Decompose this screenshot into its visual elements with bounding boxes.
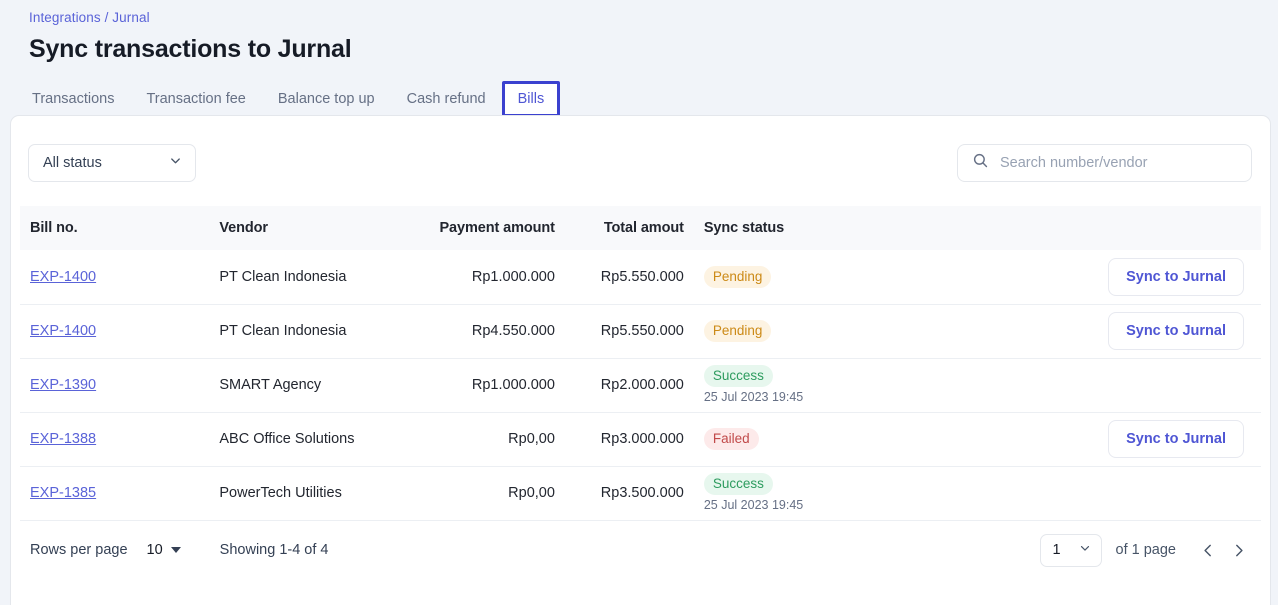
column-header: Bill no. (30, 220, 78, 236)
column-header: Sync status (703, 220, 785, 236)
bill-number-link[interactable]: EXP-1390 (30, 377, 96, 393)
column-header: Vendor (219, 220, 268, 236)
tab-bills[interactable]: Bills (501, 81, 561, 117)
search-icon (972, 152, 989, 174)
cell-sync-status: Failed (693, 412, 964, 467)
status-filter-select[interactable]: All status (28, 144, 196, 182)
cell-total-amount: Rp5.550.000 (564, 304, 694, 359)
search-box[interactable] (957, 144, 1252, 182)
cell-vendor: ABC Office Solutions (209, 412, 429, 467)
bill-number-link[interactable]: EXP-1385 (30, 485, 96, 501)
column-header-actions (964, 206, 1261, 250)
sync-to-jurnal-button[interactable]: Sync to Jurnal (1108, 257, 1244, 296)
page-header: Integrations / Jurnal Sync transactions … (0, 0, 1278, 66)
cell-action (963, 466, 1261, 521)
cell-payment-amount: Rp0,00 (428, 466, 565, 521)
cell-sync-status: Success 25 Jul 2023 19:45 (693, 466, 964, 521)
tab-transaction-fee[interactable]: Transaction fee (130, 81, 261, 117)
cell-total-amount: Rp3.000.000 (564, 412, 694, 467)
total-pages-label: of 1 page (1115, 542, 1176, 558)
cell-total-amount: Rp3.500.000 (564, 466, 694, 521)
tab-label: Transactions (32, 91, 115, 107)
cell-bill-no: EXP-1388 (20, 412, 210, 467)
tab-label: Transaction fee (146, 91, 246, 107)
status-badge: Success (703, 365, 773, 387)
cell-total-amount: Rp2.000.000 (564, 358, 694, 413)
chevron-down-icon (1078, 541, 1092, 560)
showing-range: Showing 1-4 of 4 (219, 542, 329, 558)
table-header-row: Bill no. Vendor Payment amount Total amout S… (20, 206, 1261, 250)
cell-sync-status: Pending (693, 304, 964, 359)
sync-timestamp: 25 Jul 2023 19:45 (703, 498, 804, 512)
tab-cash-refund[interactable]: Cash refund (391, 81, 502, 117)
table-row: EXP-1400 PT Clean Indonesia Rp1.000.000 Rp5… (20, 250, 1261, 305)
bill-number-link[interactable]: EXP-1400 (30, 269, 96, 285)
next-page-button[interactable] (1223, 535, 1253, 565)
table-row: EXP-1400 PT Clean Indonesia Rp4.550.000 Rp5… (20, 304, 1261, 359)
table-toolbar: All status (11, 116, 1270, 182)
cell-bill-no: EXP-1385 (20, 466, 210, 521)
sync-timestamp: 25 Jul 2023 19:45 (703, 390, 804, 404)
chevron-down-icon (168, 153, 183, 173)
status-badge: Pending (703, 320, 772, 342)
prev-page-button[interactable] (1193, 535, 1223, 565)
bill-number-link[interactable]: EXP-1400 (30, 323, 96, 339)
status-badge: Failed (703, 428, 759, 450)
cell-total-amount: Rp5.550.000 (564, 250, 694, 305)
caret-down-icon (170, 547, 181, 553)
tab-transactions[interactable]: Transactions (16, 81, 130, 117)
table-row: EXP-1385 PowerTech Utilities Rp0,00 Rp3.500… (20, 466, 1261, 521)
cell-action: Sync to Jurnal (963, 250, 1261, 305)
cell-bill-no: EXP-1400 (20, 304, 210, 359)
sync-to-jurnal-button[interactable]: Sync to Jurnal (1108, 420, 1244, 458)
cell-action (963, 358, 1261, 413)
rows-per-page-select[interactable]: 10 (147, 542, 181, 558)
table-row: EXP-1390 SMART Agency Rp1.000.000 Rp2.000.0… (20, 358, 1261, 413)
sync-to-jurnal-button[interactable]: Sync to Jurnal (1108, 312, 1244, 350)
cell-vendor: SMART Agency (209, 358, 429, 413)
status-badge: Success (703, 473, 773, 495)
table-body: EXP-1400 PT Clean Indonesia Rp1.000.000 Rp5… (20, 250, 1261, 521)
cell-action: Sync to Jurnal (963, 304, 1261, 359)
bills-table: Bill no. Vendor Payment amount Total amout S… (20, 206, 1261, 521)
cell-action: Sync to Jurnal (963, 412, 1261, 467)
tab-balance-top-up[interactable]: Balance top up (262, 81, 391, 117)
tab-label: Balance top up (277, 91, 375, 107)
table-footer: Rows per page 10 Showing 1-4 of 4 1 of 1… (11, 521, 1270, 580)
cell-vendor: PT Clean Indonesia (209, 304, 429, 359)
cell-payment-amount: Rp1.000.000 (428, 250, 565, 305)
cell-bill-no: EXP-1400 (20, 250, 210, 305)
cell-sync-status: Pending (693, 250, 964, 305)
breadcrumb[interactable]: Integrations / Jurnal (29, 8, 1278, 28)
status-filter-value: All status (43, 155, 102, 171)
bill-number-link[interactable]: EXP-1388 (30, 431, 96, 447)
rows-per-page-label: Rows per page (30, 542, 128, 558)
page-number-select[interactable]: 1 (1039, 533, 1102, 567)
cell-vendor: PowerTech Utilities (209, 466, 429, 521)
bills-table-container: Bill no. Vendor Payment amount Total amout S… (11, 182, 1270, 521)
status-badge: Pending (703, 265, 772, 288)
pagination: 1 of 1 page (1039, 533, 1253, 567)
tab-label: Cash refund (406, 91, 486, 107)
cell-sync-status: Success 25 Jul 2023 19:45 (693, 358, 964, 413)
bills-card: All status Bill no (10, 115, 1271, 605)
rows-per-page-value: 10 (146, 542, 163, 558)
table-head: Bill no. Vendor Payment amount Total amout S… (20, 206, 1261, 250)
cell-bill-no: EXP-1390 (20, 358, 210, 413)
column-header: Total amout (603, 220, 684, 236)
tab-label: Bills (517, 91, 545, 107)
cell-payment-amount: Rp0,00 (428, 412, 565, 467)
footer-left: Rows per page 10 Showing 1-4 of 4 (30, 542, 329, 558)
cell-vendor: PT Clean Indonesia (209, 250, 429, 305)
column-header: Payment amount (439, 220, 555, 236)
cell-payment-amount: Rp1.000.000 (428, 358, 565, 413)
table-row: EXP-1388 ABC Office Solutions Rp0,00 Rp3.00… (20, 412, 1261, 467)
cell-payment-amount: Rp4.550.000 (428, 304, 565, 359)
page-number-value: 1 (1052, 542, 1061, 558)
search-input[interactable] (1000, 155, 1239, 171)
page-title: Sync transactions to Jurnal (29, 35, 352, 63)
